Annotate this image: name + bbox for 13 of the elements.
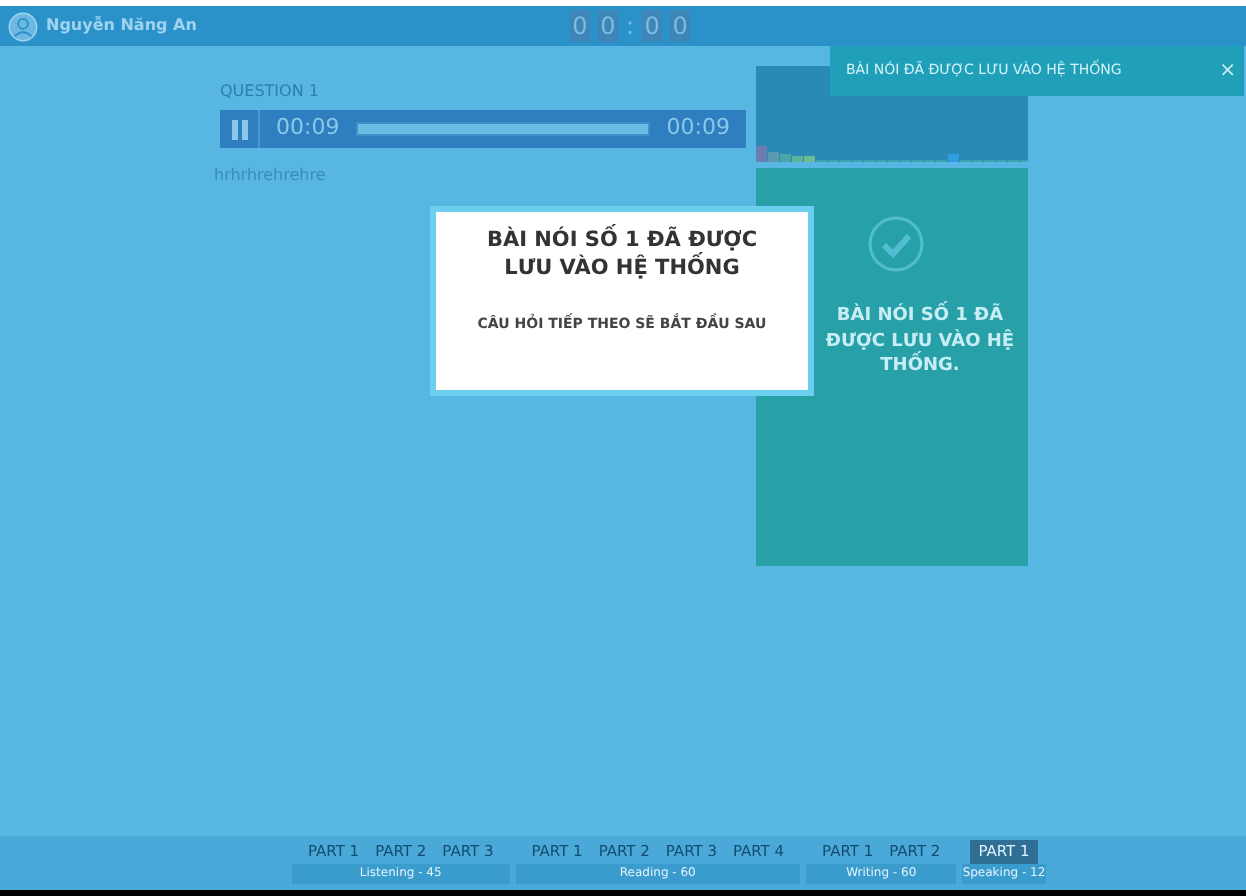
timer-digit: 0 (670, 10, 691, 42)
timer-digit: 0 (598, 10, 618, 42)
user-name: Nguyễn Năng An (46, 14, 197, 38)
timer-digit: : (626, 10, 635, 42)
elapsed-time: 00:09 (276, 112, 340, 145)
modal-title: BÀI NÓI SỐ 1 ĐÃ ĐƯỢC LƯU VÀO HỆ THỐNG (484, 228, 760, 283)
pause-icon (231, 119, 247, 139)
close-button[interactable]: × (1211, 56, 1244, 86)
timer-digit: 0 (642, 10, 663, 42)
timer-digit: 0 (570, 10, 590, 42)
avatar-icon (8, 11, 38, 41)
check-icon (868, 216, 924, 272)
duration-time: 00:09 (666, 112, 730, 145)
